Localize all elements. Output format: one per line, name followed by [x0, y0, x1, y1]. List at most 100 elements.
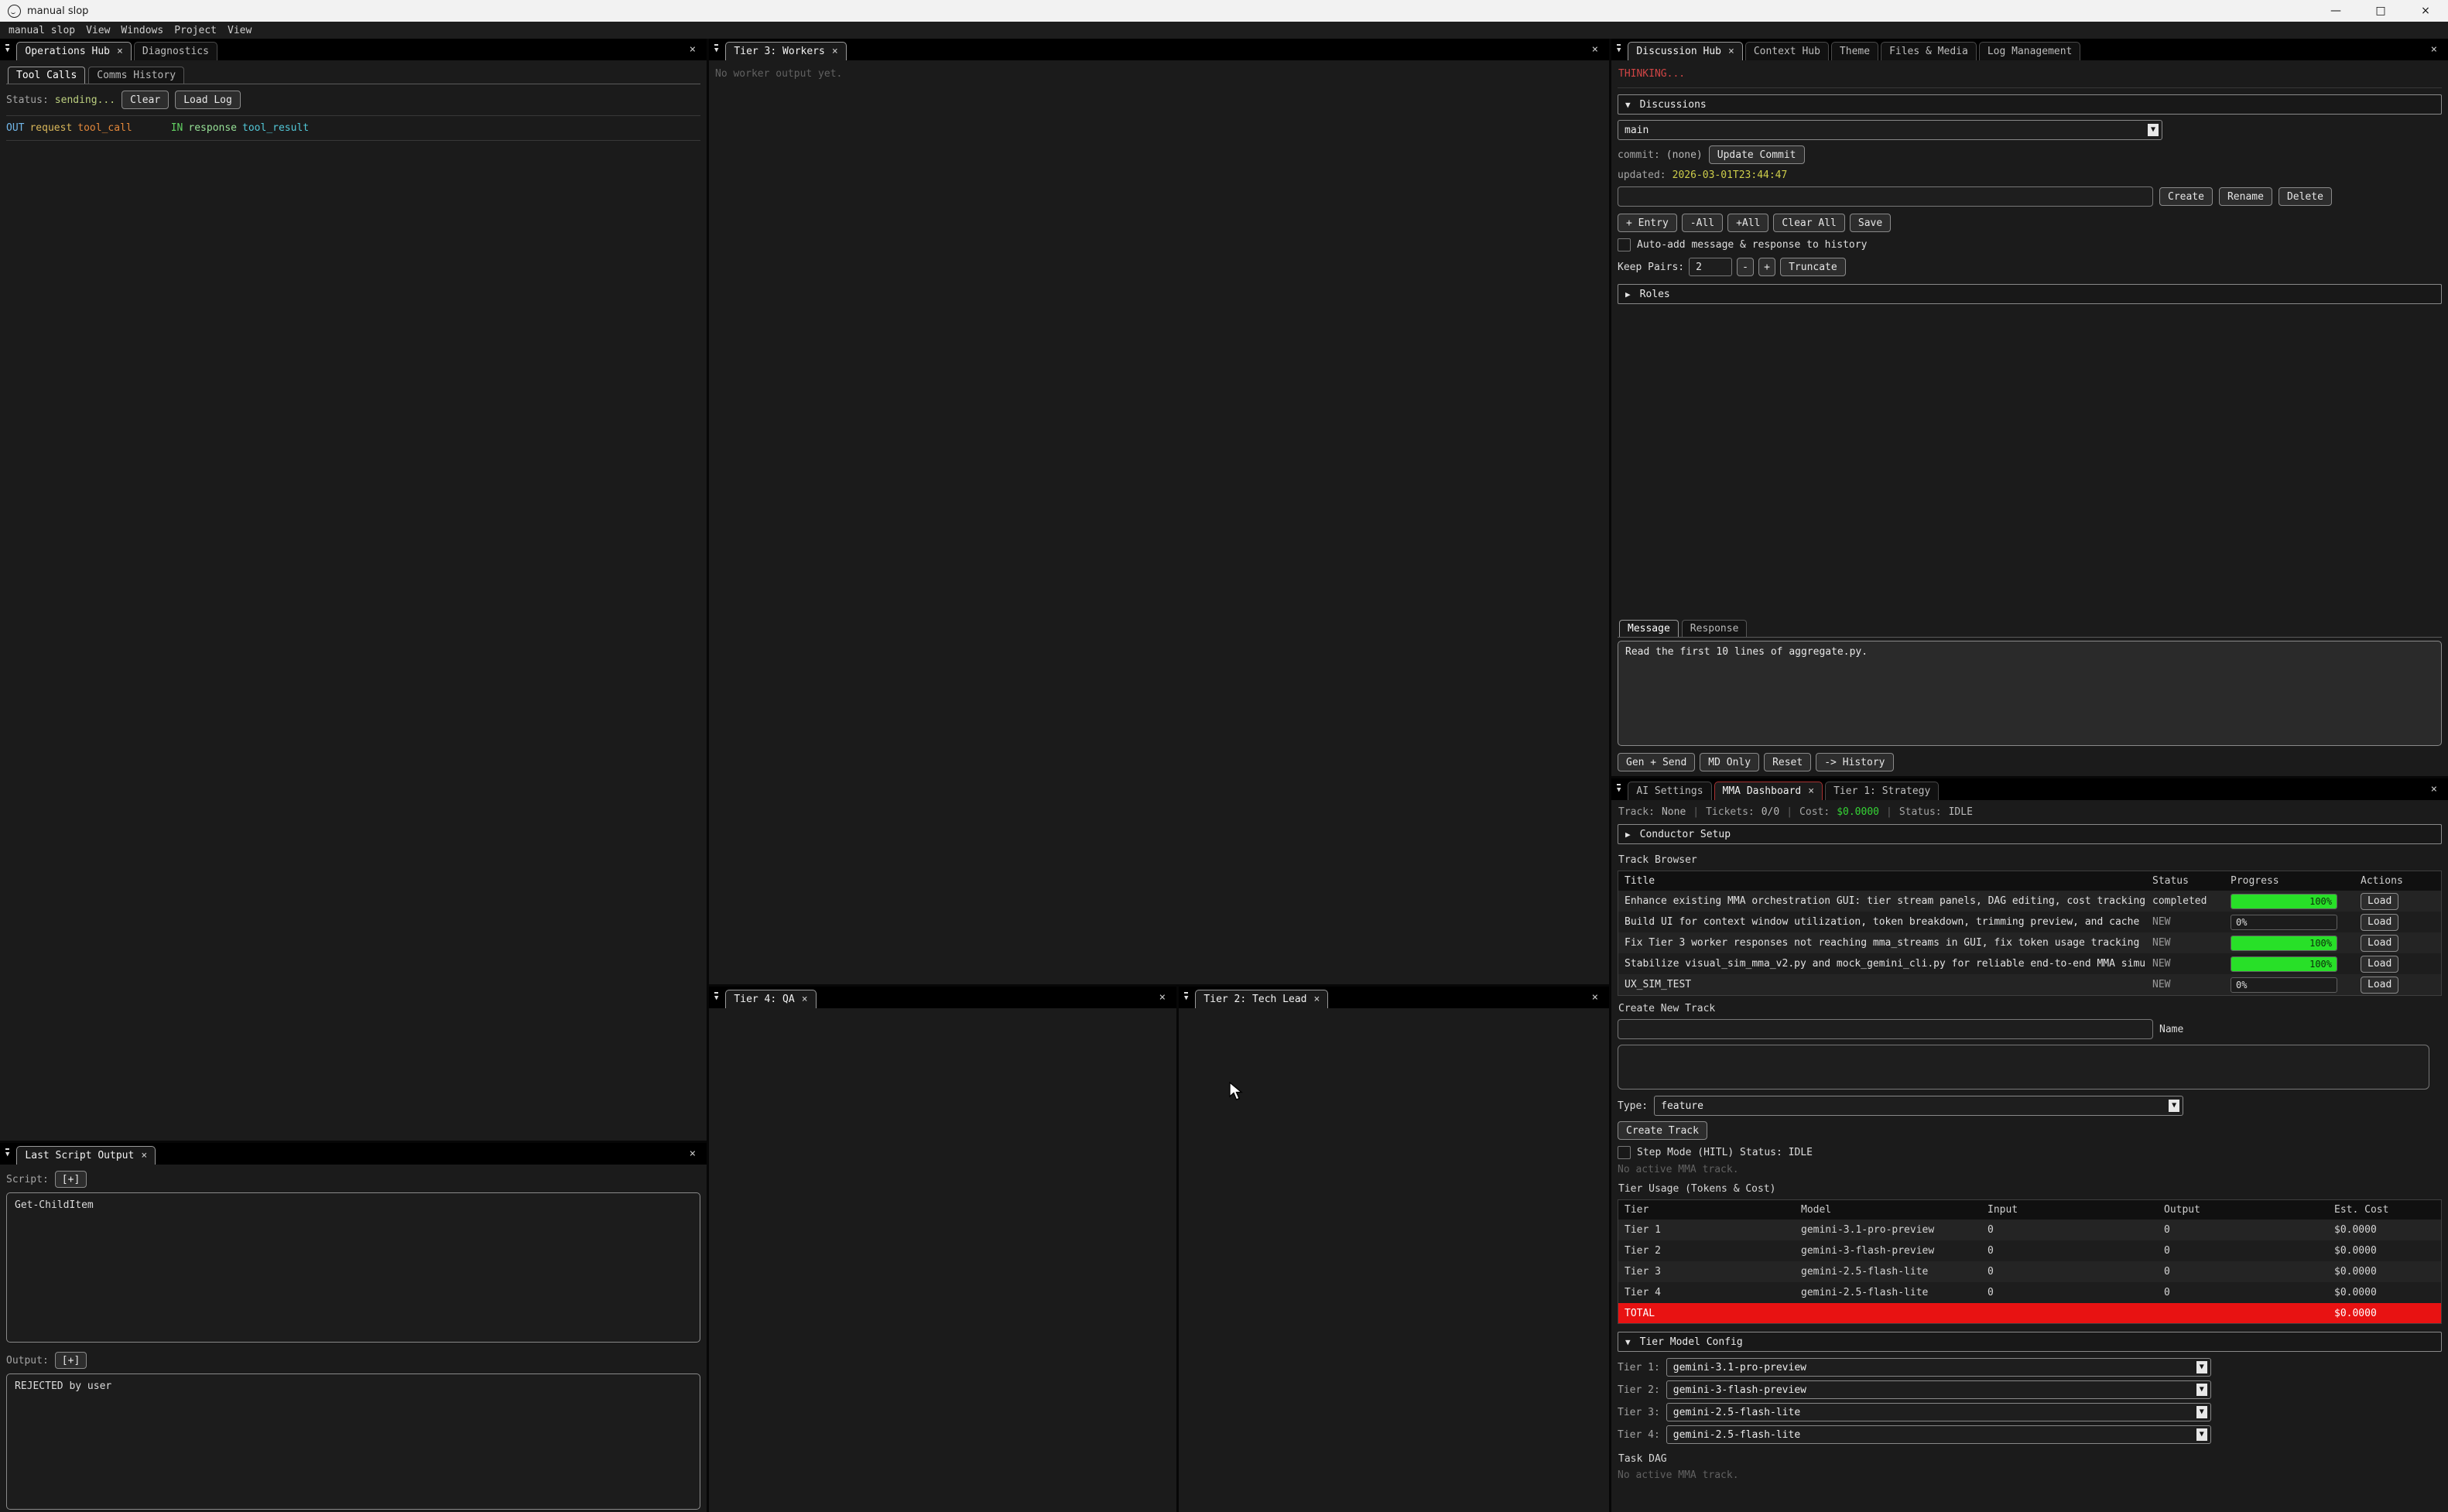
menu-item-view[interactable]: View [80, 25, 115, 36]
menu-item-view2[interactable]: View [222, 25, 257, 36]
script-textarea[interactable]: Get-ChildItem [6, 1192, 700, 1343]
tab-log-management[interactable]: Log Management [1979, 42, 2081, 60]
load-button[interactable]: Load [2361, 977, 2398, 994]
tab-discussion-hub[interactable]: Discussion Hub × [1628, 42, 1742, 60]
menu-item-windows[interactable]: Windows [115, 25, 169, 36]
tab-context-hub[interactable]: Context Hub [1745, 42, 1829, 60]
track-type-select[interactable]: feature ▼ [1654, 1096, 2183, 1116]
menu-item-app[interactable]: manual slop [3, 25, 80, 36]
rename-button[interactable]: Rename [2219, 187, 2272, 206]
tab-tier3-workers[interactable]: Tier 3: Workers × [725, 42, 846, 60]
tab-close-icon[interactable]: × [1313, 994, 1320, 1005]
table-row[interactable]: Tier 1 gemini-3.1-pro-preview 0 0 $0.000… [1618, 1220, 2441, 1240]
tier3-model-select[interactable]: gemini-2.5-flash-lite ▼ [1666, 1403, 2211, 1421]
tab-tier2-tech-lead[interactable]: Tier 2: Tech Lead × [1195, 990, 1328, 1008]
tab-tier1-strategy[interactable]: Tier 1: Strategy [1825, 782, 1939, 800]
tab-diagnostics[interactable]: Diagnostics [134, 42, 217, 60]
tier4-model-select[interactable]: gemini-2.5-flash-lite ▼ [1666, 1425, 2211, 1444]
subtab-message[interactable]: Message [1619, 620, 1679, 637]
tab-ai-settings[interactable]: AI Settings [1628, 782, 1711, 800]
tier-model-config-header[interactable]: ▼ Tier Model Config [1618, 1332, 2442, 1352]
panel-close-icon[interactable]: × [2423, 783, 2445, 795]
roles-section-header[interactable]: ▶ Roles [1618, 284, 2442, 304]
panel-close-icon[interactable]: × [1584, 43, 1606, 56]
dock-menu-icon[interactable]: ▼ [714, 992, 718, 1002]
load-button[interactable]: Load [2361, 935, 2398, 952]
dock-menu-icon[interactable]: ▼ [5, 1148, 9, 1158]
track-description-textarea[interactable] [1618, 1045, 2429, 1090]
create-button[interactable]: Create [2159, 187, 2213, 206]
tab-tier4-qa[interactable]: Tier 4: QA × [725, 990, 816, 1008]
panel-close-icon[interactable]: × [682, 43, 704, 56]
menu-item-project[interactable]: Project [169, 25, 222, 36]
close-icon[interactable]: × [2403, 0, 2448, 22]
table-row[interactable]: Build UI for context window utilization,… [1618, 912, 2441, 932]
tab-last-script-output[interactable]: Last Script Output × [16, 1146, 156, 1165]
output-expand-button[interactable]: [+] [55, 1352, 87, 1369]
gen-send-button[interactable]: Gen + Send [1618, 753, 1695, 771]
tab-close-icon[interactable]: × [1728, 46, 1734, 57]
load-button[interactable]: Load [2361, 956, 2398, 973]
table-row[interactable]: Enhance existing MMA orchestration GUI: … [1618, 891, 2441, 912]
panel-close-icon[interactable]: × [682, 1148, 704, 1160]
tab-files-media[interactable]: Files & Media [1881, 42, 1977, 60]
message-textarea[interactable]: Read the first 10 lines of aggregate.py. [1618, 641, 2442, 746]
clear-button[interactable]: Clear [122, 91, 169, 109]
discussions-section-header[interactable]: ▼ Discussions [1618, 94, 2442, 115]
tab-close-icon[interactable]: × [802, 994, 808, 1005]
discussion-select[interactable]: main ▼ [1618, 120, 2162, 140]
dock-menu-icon[interactable]: ▼ [1184, 992, 1188, 1002]
tier1-model-select[interactable]: gemini-3.1-pro-preview ▼ [1666, 1358, 2211, 1377]
truncate-button[interactable]: Truncate [1780, 258, 1846, 276]
table-row[interactable]: Tier 3 gemini-2.5-flash-lite 0 0 $0.0000 [1618, 1261, 2441, 1282]
table-row[interactable]: Tier 4 gemini-2.5-flash-lite 0 0 $0.0000 [1618, 1282, 2441, 1303]
tier2-model-select[interactable]: gemini-3-flash-preview ▼ [1666, 1380, 2211, 1399]
panel-close-icon[interactable]: × [1152, 991, 1173, 1004]
dock-menu-icon[interactable]: ▼ [1617, 44, 1621, 54]
add-entry-button[interactable]: + Entry [1618, 214, 1677, 232]
delete-button[interactable]: Delete [2279, 187, 2332, 206]
table-row[interactable]: Stabilize visual_sim_mma_v2.py and mock_… [1618, 953, 2441, 974]
script-expand-button[interactable]: [+] [55, 1171, 87, 1188]
decrement-button[interactable]: - [1737, 258, 1754, 276]
table-row[interactable]: Tier 2 gemini-3-flash-preview 0 0 $0.000… [1618, 1240, 2441, 1261]
keep-pairs-spinbox[interactable]: 2 [1689, 258, 1732, 276]
md-only-button[interactable]: MD Only [1700, 753, 1759, 771]
track-name-input[interactable] [1618, 1019, 2153, 1039]
subtab-tool-calls[interactable]: Tool Calls [8, 67, 85, 84]
dock-menu-icon[interactable]: ▼ [1617, 784, 1621, 794]
tab-mma-dashboard[interactable]: MMA Dashboard × [1714, 782, 1823, 800]
update-commit-button[interactable]: Update Commit [1709, 145, 1805, 164]
conductor-setup-header[interactable]: ▶ Conductor Setup [1618, 824, 2442, 844]
load-log-button[interactable]: Load Log [175, 91, 241, 109]
discussion-name-input[interactable] [1618, 186, 2153, 207]
clear-all-button[interactable]: Clear All [1773, 214, 1844, 232]
create-track-button[interactable]: Create Track [1618, 1121, 1707, 1140]
tab-close-icon[interactable]: × [117, 46, 123, 57]
tab-close-icon[interactable]: × [1808, 785, 1814, 797]
tab-close-icon[interactable]: × [141, 1150, 147, 1161]
to-history-button[interactable]: -> History [1816, 753, 1893, 771]
subtab-comms-history[interactable]: Comms History [88, 67, 184, 84]
maximize-icon[interactable]: □ [2358, 0, 2403, 22]
save-button[interactable]: Save [1850, 214, 1891, 232]
dock-menu-icon[interactable]: ▼ [5, 44, 9, 54]
expand-all-button[interactable]: +All [1727, 214, 1768, 232]
increment-button[interactable]: + [1758, 258, 1775, 276]
panel-close-icon[interactable]: × [2423, 43, 2445, 56]
step-mode-checkbox[interactable] [1618, 1146, 1631, 1159]
reset-button[interactable]: Reset [1764, 753, 1811, 771]
autoadd-checkbox[interactable] [1618, 238, 1631, 251]
output-textarea[interactable]: REJECTED by user [6, 1373, 700, 1510]
dock-menu-icon[interactable]: ▼ [714, 44, 718, 54]
panel-close-icon[interactable]: × [1584, 991, 1606, 1004]
load-button[interactable]: Load [2361, 914, 2398, 931]
tab-close-icon[interactable]: × [832, 46, 838, 57]
load-button[interactable]: Load [2361, 893, 2398, 910]
table-row[interactable]: UX_SIM_TEST NEW 0% Load [1618, 974, 2441, 995]
subtab-response[interactable]: Response [1682, 620, 1748, 637]
tab-operations-hub[interactable]: Operations Hub × [16, 42, 131, 60]
minimize-icon[interactable]: — [2313, 0, 2358, 22]
table-row[interactable]: Fix Tier 3 worker responses not reaching… [1618, 932, 2441, 953]
collapse-all-button[interactable]: -All [1682, 214, 1723, 232]
